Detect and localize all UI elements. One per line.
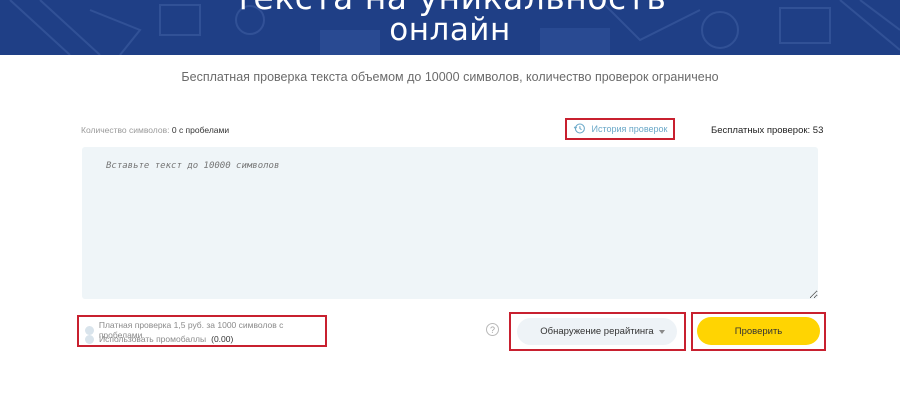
mode-select-frame: Обнаружение рерайтинга xyxy=(509,312,686,351)
mode-select[interactable]: Обнаружение рерайтинга xyxy=(517,318,677,345)
character-counter-label: Количество символов: xyxy=(81,125,170,135)
text-input-area[interactable] xyxy=(82,147,818,299)
character-counter: Количество символов: 0 с пробелами xyxy=(81,125,229,135)
promo-points-value: (0.00) xyxy=(211,334,234,344)
history-link-label: История проверок xyxy=(591,124,668,134)
promo-points-option[interactable]: Использовать промобаллы (0.00) xyxy=(85,334,233,344)
history-clock-icon xyxy=(573,122,586,137)
history-link[interactable]: История проверок xyxy=(565,118,675,140)
hero-banner: текста на уникальность онлайн xyxy=(0,0,900,55)
mode-select-value: Обнаружение рерайтинга xyxy=(540,326,654,337)
free-checks-count: Бесплатных проверок: 53 xyxy=(711,125,824,136)
character-counter-value: 0 с пробелами xyxy=(171,125,230,135)
help-icon[interactable]: ? xyxy=(486,323,499,336)
hero-title-line2: онлайн xyxy=(389,12,511,48)
check-button[interactable]: Проверить xyxy=(697,317,820,345)
check-options: Платная проверка 1,5 руб. за 1000 символ… xyxy=(77,315,327,347)
promo-points-checkbox[interactable] xyxy=(85,334,94,344)
page-subtitle: Бесплатная проверка текста объемом до 10… xyxy=(181,70,719,84)
promo-points-label: Использовать промобаллы xyxy=(99,334,207,344)
chevron-down-icon xyxy=(659,330,665,334)
check-button-frame: Проверить xyxy=(691,312,826,351)
